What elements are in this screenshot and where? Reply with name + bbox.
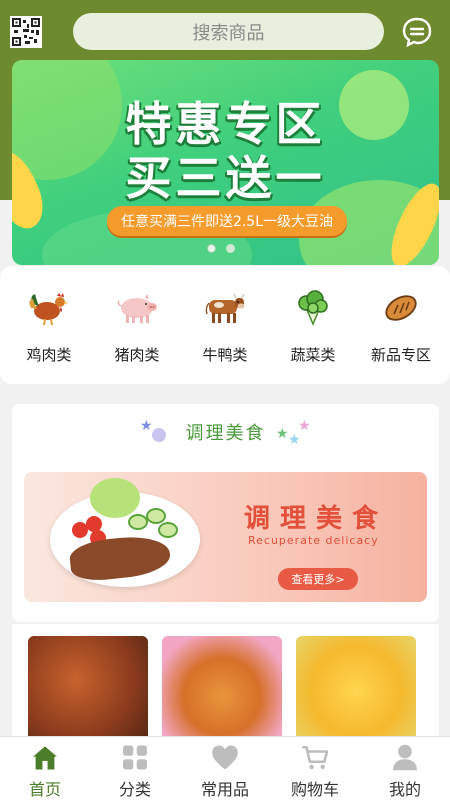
- pagination-dot[interactable]: [226, 244, 235, 253]
- heart-icon: [212, 745, 238, 770]
- category-label: 鸡肉类: [26, 346, 72, 364]
- prepared-food-section: ★ 调理美食 ★ ★ ★ 调理美食 Recuperate delicacy 查看…: [12, 404, 439, 622]
- message-icon[interactable]: [401, 16, 433, 48]
- category-strip: 鸡肉类 猪肉类 牛鸭类 蔬菜类 新品专区: [0, 266, 450, 384]
- category-new-arrivals[interactable]: 新品专区: [358, 266, 444, 384]
- category-label: 猪肉类: [114, 346, 160, 364]
- bread-icon: [378, 288, 424, 328]
- category-pork[interactable]: 猪肉类: [94, 266, 180, 384]
- tab-cart[interactable]: 购物车: [275, 737, 355, 800]
- tab-label: 首页: [28, 780, 61, 799]
- product-card-image[interactable]: [28, 636, 148, 746]
- search-input[interactable]: 搜索商品: [73, 13, 384, 50]
- home-icon: [33, 746, 57, 770]
- cucumber-image: [158, 522, 178, 538]
- section-title: 调理美食: [185, 423, 266, 444]
- tab-category[interactable]: 分类: [95, 737, 175, 800]
- user-icon: [393, 744, 417, 771]
- tab-label: 我的: [388, 780, 421, 799]
- star-icon: ★: [298, 418, 311, 434]
- tab-label: 分类: [118, 780, 151, 799]
- category-label: 牛鸭类: [202, 346, 248, 364]
- banner-subtitle: Recuperate delicacy: [248, 534, 379, 547]
- category-label: 蔬菜类: [290, 346, 336, 364]
- star-icon: ★: [276, 426, 289, 442]
- grid-icon: [123, 745, 147, 770]
- promo-banner[interactable]: 特惠专区 买三送一 任意买满三件即送2.5L一级大豆油: [12, 60, 439, 265]
- cow-icon: [202, 288, 248, 328]
- qr-code-icon[interactable]: [10, 16, 42, 48]
- tab-frequent[interactable]: 常用品: [185, 737, 265, 800]
- tab-profile[interactable]: 我的: [365, 737, 445, 800]
- star-icon: ★: [288, 432, 301, 448]
- banner-pagination: [207, 244, 235, 253]
- cart-icon: [302, 745, 329, 770]
- bottom-tab-bar: 首页 分类 常用品 购物车 我的: [0, 736, 450, 800]
- pagination-dot[interactable]: [207, 244, 216, 253]
- cucumber-image: [128, 514, 148, 530]
- banner-subtitle: 任意买满三件即送2.5L一级大豆油: [107, 206, 347, 236]
- lettuce-image: [90, 478, 140, 518]
- pig-icon: [114, 288, 160, 328]
- search-placeholder: 搜索商品: [192, 22, 265, 44]
- vegetable-icon: [290, 288, 336, 328]
- rooster-icon: [26, 288, 72, 328]
- product-card-image[interactable]: [162, 636, 282, 746]
- prepared-food-banner[interactable]: 调理美食 Recuperate delicacy 查看更多>: [24, 472, 427, 602]
- tab-home[interactable]: 首页: [5, 737, 85, 800]
- banner-title: 调理美食: [244, 504, 389, 534]
- product-list: [12, 624, 439, 746]
- view-more-button[interactable]: 查看更多>: [278, 568, 358, 590]
- cucumber-image: [146, 508, 166, 524]
- category-label: 新品专区: [370, 346, 431, 364]
- category-vegetable[interactable]: 蔬菜类: [270, 266, 356, 384]
- category-chicken[interactable]: 鸡肉类: [6, 266, 92, 384]
- tab-label: 常用品: [200, 780, 249, 799]
- tab-label: 购物车: [290, 780, 339, 799]
- category-beef-duck[interactable]: 牛鸭类: [182, 266, 268, 384]
- product-card-image[interactable]: [296, 636, 416, 746]
- banner-title-line2: 买三送一: [125, 151, 326, 205]
